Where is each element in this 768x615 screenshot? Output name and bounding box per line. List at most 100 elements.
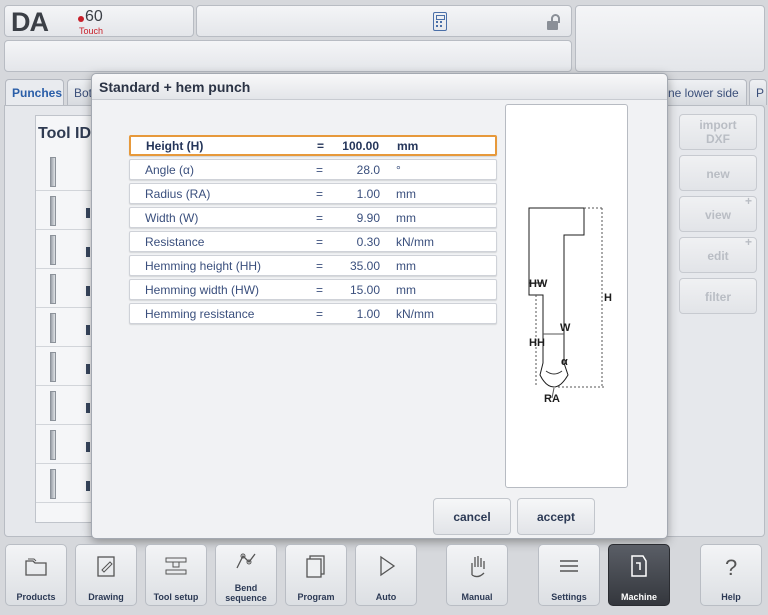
- nav-label: Machine: [620, 592, 657, 602]
- nav-settings[interactable]: Settings: [538, 544, 600, 606]
- param-value: 1.00: [356, 187, 380, 201]
- param-equals: =: [316, 211, 324, 225]
- nav-tool-setup[interactable]: Tool setup: [145, 544, 207, 606]
- param-value: 28.0: [356, 163, 380, 177]
- cancel-button[interactable]: cancel: [433, 498, 511, 535]
- punch-parameters-dialog: Standard + hem punch Height (H) = 100.00…: [91, 73, 668, 539]
- logo-model: 60: [85, 8, 103, 25]
- logo: DA 60 Touch: [4, 5, 194, 37]
- param-label: Width (W): [145, 211, 199, 225]
- tab-punches[interactable]: Punches: [5, 79, 64, 105]
- param-equals: =: [316, 259, 324, 273]
- param-row-angle[interactable]: Angle (α) = 28.0 °: [129, 159, 497, 180]
- alpha-label: α: [561, 356, 568, 368]
- message-bar: [4, 40, 572, 72]
- param-unit: kN/mm: [396, 307, 434, 321]
- param-unit: °: [396, 163, 401, 177]
- view-button[interactable]: view +: [679, 194, 757, 232]
- h-label: H: [604, 292, 612, 304]
- param-equals: =: [316, 235, 324, 249]
- param-row-hemming-height[interactable]: Hemming height (HH) = 35.00 mm: [129, 255, 497, 276]
- tool-row[interactable]: [36, 387, 94, 425]
- auto-icon: [380, 555, 396, 577]
- tab-more[interactable]: P: [749, 79, 767, 105]
- dxf-label: DXF: [706, 132, 730, 146]
- param-row-resistance[interactable]: Resistance = 0.30 kN/mm: [129, 231, 497, 252]
- nav-label: Tool setup: [153, 592, 199, 602]
- svg-text:?: ?: [725, 555, 737, 579]
- tool-row[interactable]: [36, 192, 94, 230]
- logo-text: DA: [11, 7, 49, 37]
- import-label: import: [699, 118, 737, 132]
- bend-sequence-icon: [236, 553, 256, 569]
- view-label: view: [704, 208, 731, 222]
- param-unit: mm: [397, 139, 419, 153]
- param-label: Resistance: [145, 235, 205, 249]
- list-header: Tool ID: [38, 125, 92, 142]
- param-equals: =: [316, 163, 324, 177]
- param-row-height[interactable]: Height (H) = 100.00 mm: [129, 135, 497, 156]
- nav-auto[interactable]: Auto: [355, 544, 417, 606]
- param-value: 15.00: [349, 283, 380, 297]
- tool-row[interactable]: [36, 153, 94, 191]
- param-label: Hemming width (HW): [145, 283, 260, 297]
- nav-program[interactable]: Program: [285, 544, 347, 606]
- nav-drawing[interactable]: Drawing: [75, 544, 137, 606]
- param-label: Hemming resistance: [145, 307, 255, 321]
- tool-setup-icon: [165, 557, 187, 575]
- ra-label: RA: [544, 393, 560, 405]
- tool-row[interactable]: [36, 231, 94, 269]
- tool-row[interactable]: [36, 465, 94, 503]
- tool-row[interactable]: [36, 426, 94, 464]
- nav-label: Help: [721, 592, 741, 602]
- param-row-width[interactable]: Width (W) = 9.90 mm: [129, 207, 497, 228]
- manual-icon: [471, 556, 485, 578]
- hw-label: HW: [529, 278, 548, 290]
- param-unit: mm: [396, 187, 416, 201]
- param-equals: =: [317, 139, 325, 153]
- param-equals: =: [316, 283, 324, 297]
- w-label: W: [560, 322, 571, 334]
- nav-help[interactable]: ? Help: [700, 544, 762, 606]
- info-panel: [575, 5, 765, 72]
- param-label: Radius (RA): [145, 187, 211, 201]
- settings-icon: [560, 560, 578, 572]
- param-unit: mm: [396, 211, 416, 225]
- edit-label: edit: [707, 249, 729, 263]
- param-equals: =: [316, 187, 324, 201]
- logo-dot: [78, 16, 84, 22]
- nav-label: Auto: [375, 592, 397, 602]
- param-equals: =: [316, 307, 324, 321]
- accept-button[interactable]: accept: [517, 498, 595, 535]
- nav-machine[interactable]: Machine: [608, 544, 670, 606]
- edit-button[interactable]: edit +: [679, 235, 757, 273]
- param-value: 0.30: [356, 235, 380, 249]
- param-value: 100.00: [342, 139, 379, 153]
- nav-bend-sequence[interactable]: Bend sequence: [215, 544, 277, 606]
- products-icon: [25, 558, 47, 576]
- punch-drawing: HW H W HH α RA: [505, 104, 628, 488]
- tool-row[interactable]: [36, 309, 94, 347]
- param-label: Hemming height (HH): [145, 259, 262, 273]
- new-button[interactable]: new: [679, 155, 757, 191]
- filter-button[interactable]: filter: [679, 278, 757, 314]
- nav-label: Products: [16, 592, 56, 602]
- calculator-icon[interactable]: [433, 12, 447, 31]
- tool-row[interactable]: [36, 348, 94, 386]
- tab-lower-side[interactable]: ne lower side: [661, 79, 747, 105]
- help-icon: ?: [725, 555, 737, 579]
- param-row-hemming-resistance[interactable]: Hemming resistance = 1.00 kN/mm: [129, 303, 497, 324]
- punch-diagram: HW H W HH α RA: [528, 207, 612, 405]
- nav-products[interactable]: Products: [5, 544, 67, 606]
- param-value: 1.00: [356, 307, 380, 321]
- param-unit: kN/mm: [396, 235, 434, 249]
- import-dxf-button[interactable]: import DXF: [679, 114, 757, 150]
- nav-manual[interactable]: Manual: [446, 544, 508, 606]
- param-row-radius[interactable]: Radius (RA) = 1.00 mm: [129, 183, 497, 204]
- lock-icon[interactable]: [547, 14, 561, 30]
- tool-row[interactable]: [36, 270, 94, 308]
- param-row-hemming-width[interactable]: Hemming width (HW) = 15.00 mm: [129, 279, 497, 300]
- param-label: Height (H): [146, 139, 204, 153]
- hh-label: HH: [529, 337, 545, 349]
- plus-icon: +: [744, 235, 752, 249]
